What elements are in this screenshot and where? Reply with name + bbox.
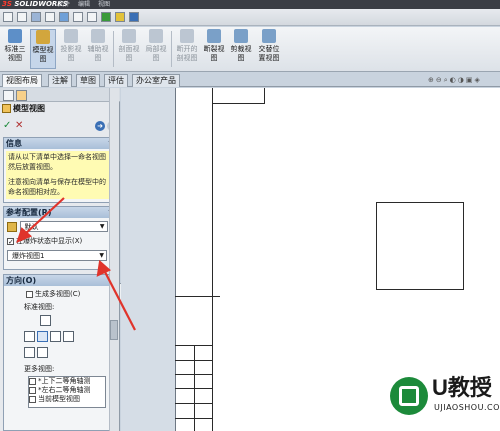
watermark-text: U教授 bbox=[432, 375, 492, 400]
watermark-logo-icon bbox=[390, 377, 428, 415]
arrow-to-checkbox bbox=[23, 197, 65, 236]
arrow-to-exploded-select bbox=[103, 269, 136, 331]
watermark: U教授 UJIAOSHOU.COM bbox=[390, 375, 500, 431]
annotation-arrows bbox=[16, 197, 136, 331]
watermark-url: UJIAOSHOU.COM bbox=[434, 403, 500, 412]
arrow-head bbox=[96, 259, 111, 277]
